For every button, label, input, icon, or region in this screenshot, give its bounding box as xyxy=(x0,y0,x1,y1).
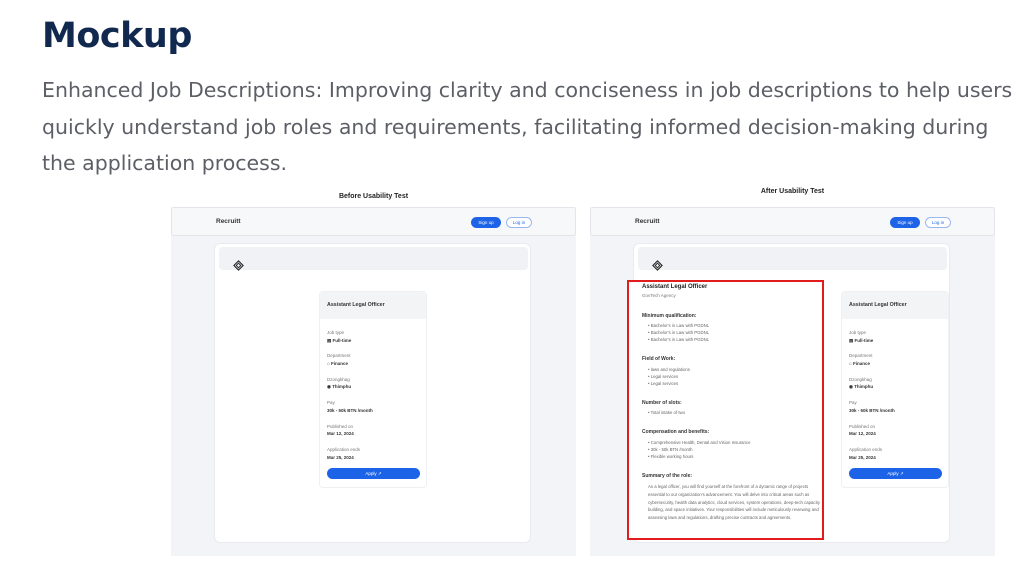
navbar: Recruitt Sign up Log in xyxy=(171,207,576,236)
job-type-label: Job type xyxy=(327,330,345,335)
job-type-label: Job type xyxy=(849,330,867,335)
pay-label: Pay xyxy=(849,400,857,405)
external-link-icon: ↗ xyxy=(899,471,904,476)
details-job-title: Assistant Legal Officer xyxy=(642,284,708,290)
list-item: • Flexible working hours xyxy=(648,454,694,459)
dzongkhag-value: ◉ Thimphu xyxy=(327,384,352,389)
job-title: Assistant Legal Officer xyxy=(327,302,385,308)
list-item: • Bachelor's in Law with PGDNL xyxy=(648,337,710,342)
pay-label: Pay xyxy=(327,400,335,405)
apply-button[interactable]: Apply ↗ xyxy=(849,468,942,479)
application-ends-label: Application ends xyxy=(327,447,361,452)
panel-header xyxy=(638,247,947,270)
list-item: • Legal services xyxy=(648,374,679,379)
agency-logo-icon xyxy=(652,260,663,271)
published-label: Published on xyxy=(327,424,354,429)
job-panel: Assistant Legal Officer Job type ▤ Full-… xyxy=(214,243,531,543)
compensation-heading: Compensation and benefits: xyxy=(642,429,710,435)
navbar: Recruitt Sign up Log in xyxy=(590,207,995,236)
page-description: Enhanced Job Descriptions: Improving cla… xyxy=(42,78,1013,175)
list-item: • Comprehensive Health, Dental and Visio… xyxy=(648,440,751,445)
field-of-work-heading: Field of Work: xyxy=(642,356,676,362)
application-ends-label: Application ends xyxy=(849,447,883,452)
dzongkhag-value: ◉ Thimphu xyxy=(849,384,874,389)
job-title: Assistant Legal Officer xyxy=(849,302,907,308)
brand-logo[interactable]: Recruitt xyxy=(216,218,241,225)
published-value: Mar 12, 2024 xyxy=(849,431,876,436)
after-label: After Usability Test xyxy=(760,188,825,195)
department-value: ⌂ Finance xyxy=(327,361,348,366)
published-value: Mar 12, 2024 xyxy=(327,431,354,436)
before-screenshot: Recruitt Sign up Log in Assistant Legal … xyxy=(171,207,576,556)
external-link-icon: ↗ xyxy=(377,471,382,476)
dzongkhag-label: Dzongkhag xyxy=(327,377,350,382)
summary-text: As a legal officer, you will find yourse… xyxy=(648,484,820,521)
dzongkhag-label: Dzongkhag xyxy=(849,377,872,382)
panel-header xyxy=(219,247,528,270)
list-item: • Bachelor's in Law with PGDNL xyxy=(648,323,710,328)
list-item: • 30k - 50k BTN /month xyxy=(648,447,693,452)
login-button[interactable]: Log in xyxy=(925,217,951,228)
list-item: • Bachelor's in Law with PGDNL xyxy=(648,330,710,335)
list-item: • Legal services xyxy=(648,381,679,386)
application-ends-value: Mar 25, 2024 xyxy=(327,455,354,460)
department-label: Department xyxy=(327,353,351,358)
summary-heading: Summary of the role: xyxy=(642,473,693,479)
application-ends-value: Mar 25, 2024 xyxy=(849,455,876,460)
apply-button[interactable]: Apply ↗ xyxy=(327,468,420,479)
pay-value: 30k - 50k BTN /month xyxy=(849,408,895,413)
signup-button[interactable]: Sign up xyxy=(890,217,920,228)
login-button[interactable]: Log in xyxy=(506,217,532,228)
slots-heading: Number of slots: xyxy=(642,400,682,406)
agency-logo-icon xyxy=(233,260,244,271)
before-label: Before Usability Test xyxy=(338,193,409,200)
brand-logo[interactable]: Recruitt xyxy=(635,218,660,225)
list-item: • laws and regulations xyxy=(648,367,690,372)
details-agency: GovTech Agency xyxy=(642,293,676,298)
published-label: Published on xyxy=(849,424,876,429)
pay-value: 30k - 50k BTN /month xyxy=(327,408,373,413)
job-type-value: ▤ Full-time xyxy=(327,338,352,343)
signup-button[interactable]: Sign up xyxy=(471,217,501,228)
list-item: • Total intake of two xyxy=(648,410,686,415)
page-heading: Mockup xyxy=(42,16,192,56)
department-value: ⌂ Finance xyxy=(849,361,870,366)
department-label: Department xyxy=(849,353,873,358)
after-screenshot: Recruitt Sign up Log in Assistant Legal … xyxy=(590,207,995,556)
job-type-value: ▤ Full-time xyxy=(849,338,874,343)
job-card: Assistant Legal Officer Job type ▤ Full-… xyxy=(841,291,949,488)
min-qual-heading: Minimum qualification: xyxy=(642,313,697,319)
job-card: Assistant Legal Officer Job type ▤ Full-… xyxy=(319,291,427,488)
